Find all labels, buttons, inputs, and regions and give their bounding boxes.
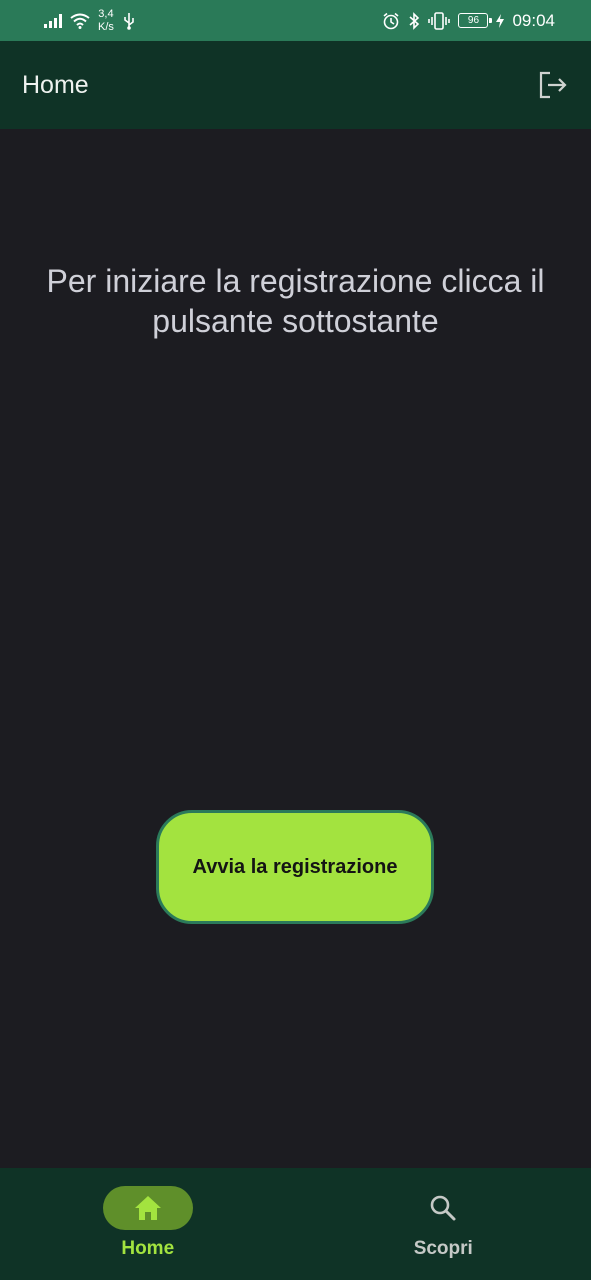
net-speed-unit: K/s xyxy=(98,20,114,33)
instruction-text: Per iniziare la registrazione clicca il … xyxy=(46,263,545,339)
main-content: Per iniziare la registrazione clicca il … xyxy=(0,129,591,1168)
nav-home-indicator xyxy=(102,1186,193,1230)
search-icon xyxy=(430,1195,456,1221)
net-speed-value: 3,4 xyxy=(98,7,114,20)
signal-icon xyxy=(44,13,62,28)
bottom-navigation: Home Scopri xyxy=(0,1168,591,1280)
nav-scopri-indicator xyxy=(398,1186,488,1230)
page-title: Home xyxy=(22,70,89,99)
nav-label-scopri: Scopri xyxy=(413,1238,473,1259)
nav-item-scopri[interactable]: Scopri xyxy=(296,1168,591,1280)
battery-level: 96 xyxy=(467,15,480,26)
status-bar-left: 3,4 K/s xyxy=(44,8,136,34)
battery-indicator: 96 xyxy=(458,13,493,28)
app-bar: Home xyxy=(0,41,591,129)
status-bar: 3,4 K/s 96 09:04 xyxy=(0,0,591,41)
status-bar-right: 96 09:04 xyxy=(382,11,555,31)
start-recording-button[interactable]: Avvia la registrazione xyxy=(156,810,434,924)
wifi-icon xyxy=(70,13,90,29)
logout-icon xyxy=(539,71,567,99)
nav-item-home[interactable]: Home xyxy=(0,1168,296,1280)
net-speed: 3,4 K/s xyxy=(98,8,114,34)
clock: 09:04 xyxy=(512,10,555,30)
alarm-icon xyxy=(383,12,399,29)
home-icon xyxy=(134,1196,161,1220)
nav-label-home: Home xyxy=(121,1238,175,1259)
bluetooth-icon xyxy=(409,11,420,30)
charging-icon xyxy=(496,13,505,28)
logout-button[interactable] xyxy=(535,67,571,103)
usb-icon xyxy=(124,12,134,30)
vibrate-icon xyxy=(428,11,451,30)
